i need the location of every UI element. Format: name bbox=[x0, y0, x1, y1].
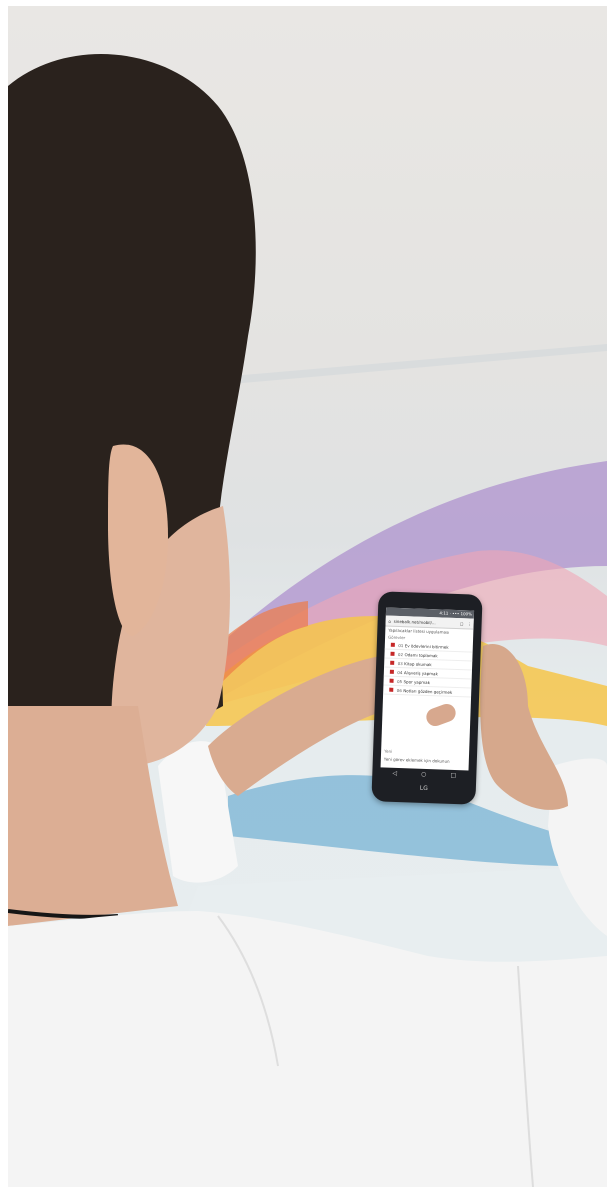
photo: 4:11 · ••• 100% ⌂ sinebalk.net/mobil/...… bbox=[8, 6, 607, 1187]
task-checkbox[interactable] bbox=[390, 642, 395, 647]
menu-icon[interactable]: ⋮ bbox=[466, 621, 474, 626]
smartphone: 4:11 · ••• 100% ⌂ sinebalk.net/mobil/...… bbox=[371, 591, 483, 805]
add-task-row[interactable]: Yeni görev eklemek için dokunun bbox=[384, 757, 466, 765]
task-checkbox[interactable] bbox=[390, 651, 395, 656]
task-number: 04 bbox=[397, 669, 403, 675]
back-button[interactable]: ◁ bbox=[392, 769, 397, 776]
recents-button[interactable]: □ bbox=[450, 771, 456, 778]
task-label: Spor yapmak bbox=[403, 678, 431, 685]
task-number: 05 bbox=[396, 678, 403, 684]
task-number: 06 bbox=[396, 687, 402, 693]
task-list: 01 Ev ödevlerini bitirmek 02 Odamı toplamak… bbox=[383, 640, 473, 698]
task-label: Alışveriş yapmak bbox=[403, 669, 438, 676]
footer-label: Yeni bbox=[384, 748, 393, 754]
phone-screen: 4:11 · ••• 100% ⌂ sinebalk.net/mobil/...… bbox=[380, 607, 475, 771]
tabs-icon[interactable]: ▢ bbox=[458, 621, 466, 626]
task-number: 01 bbox=[398, 642, 404, 648]
nav-bar: ◁ ○ □ bbox=[380, 767, 468, 780]
task-number: 03 bbox=[397, 660, 403, 666]
task-checkbox[interactable] bbox=[390, 660, 395, 665]
wall-edge bbox=[208, 344, 607, 386]
task-label: Ev ödevlerini bitirmek bbox=[404, 642, 449, 650]
url-text[interactable]: sinebalk.net/mobil/... bbox=[394, 618, 458, 625]
scene-illustration bbox=[8, 53, 607, 1187]
brand-logo: LG bbox=[419, 784, 428, 793]
home-button[interactable]: ○ bbox=[421, 770, 426, 777]
task-checkbox[interactable] bbox=[389, 687, 394, 692]
task-label: Kitap okumak bbox=[404, 660, 432, 667]
task-checkbox[interactable] bbox=[389, 678, 394, 683]
task-number: 02 bbox=[397, 651, 404, 657]
task-label: Odamı toplamak bbox=[404, 651, 438, 658]
task-label: Notları gözden geçirmek bbox=[403, 687, 453, 695]
home-icon[interactable]: ⌂ bbox=[386, 618, 394, 623]
task-row[interactable]: 06 Notları gözden geçirmek bbox=[383, 685, 472, 698]
task-checkbox[interactable] bbox=[389, 669, 394, 674]
